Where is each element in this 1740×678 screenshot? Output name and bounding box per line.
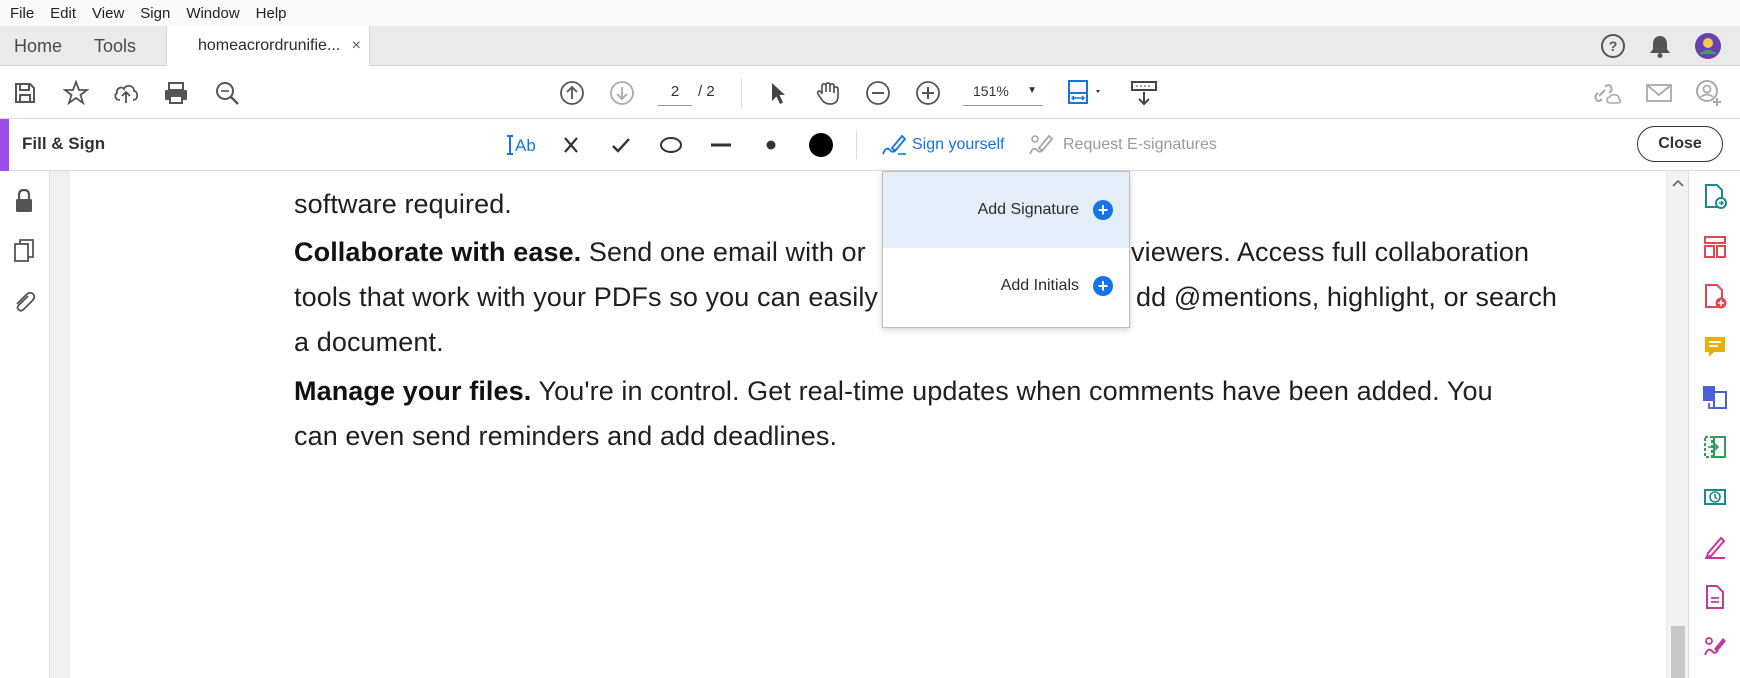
add-text-tool-label: Ab <box>515 136 536 155</box>
fill-sign-divider <box>856 131 857 159</box>
doc-paragraph-collaborate-line2: tools that work with your PDFs so you ca… <box>294 282 879 312</box>
sign-yourself-menu: Add Signature + Add Initials + <box>882 171 1130 328</box>
check-mark-icon[interactable] <box>606 130 636 160</box>
print-icon[interactable] <box>161 78 191 108</box>
menu-bar: File Edit View Sign Window Help <box>0 0 1740 26</box>
page-total: / 2 <box>698 83 715 100</box>
add-signature-plus-icon: + <box>1093 200 1113 220</box>
doc-text-right: dd @mentions, highlight, or search <box>1136 282 1558 312</box>
fill-sign-pen-icon[interactable] <box>1700 532 1730 562</box>
fill-sign-toolbar: Fill & Sign Ab Sign yourself Request E-s… <box>0 119 1740 171</box>
export-pdf-icon[interactable] <box>1700 182 1730 212</box>
save-icon[interactable] <box>10 78 40 108</box>
zoom-out-icon[interactable] <box>863 78 893 108</box>
page-number-input[interactable]: 2 <box>658 80 692 106</box>
fill-sign-accent <box>0 119 9 171</box>
sign-yourself-label: Sign yourself <box>912 136 1005 153</box>
pen-signature-icon <box>880 132 908 158</box>
tab-bar: Home Tools homeacrordrunifie... × <box>0 26 1740 67</box>
chevron-down-icon: ▼ <box>1027 85 1037 96</box>
left-navigation-panel <box>0 171 62 678</box>
doc-heading-manage: Manage your files. <box>294 376 532 406</box>
lock-icon[interactable] <box>9 186 39 216</box>
cloud-upload-icon[interactable] <box>111 78 141 108</box>
pages-icon[interactable] <box>9 236 39 266</box>
doc-paragraph-manage-line2: can even send reminders and add deadline… <box>294 421 838 451</box>
tab-home[interactable]: Home <box>14 26 62 66</box>
mail-icon[interactable] <box>1644 78 1674 108</box>
color-swatch-icon[interactable] <box>806 130 836 160</box>
request-esignatures-label: Request E-signatures <box>1063 136 1217 153</box>
fill-sign-title: Fill & Sign <box>22 134 106 153</box>
attachment-icon[interactable] <box>9 286 39 316</box>
add-initials-item[interactable]: Add Initials + <box>883 248 1129 324</box>
add-signature-label: Add Signature <box>977 201 1079 218</box>
doc-text: Send one email with or <box>581 237 866 267</box>
next-page-icon[interactable] <box>607 78 637 108</box>
menu-view[interactable]: View <box>84 5 132 22</box>
star-icon[interactable] <box>61 78 91 108</box>
share-link-icon[interactable] <box>1593 78 1623 108</box>
bell-icon[interactable] <box>1648 31 1672 61</box>
menu-help[interactable]: Help <box>248 5 295 22</box>
menu-sign[interactable]: Sign <box>132 5 178 22</box>
scrollbar-thumb[interactable] <box>1671 626 1685 678</box>
svg-text:?: ? <box>1609 38 1618 54</box>
tab-tools[interactable]: Tools <box>94 26 136 66</box>
edit-pdf-icon[interactable] <box>1700 582 1730 612</box>
request-signature-icon <box>1027 132 1057 158</box>
zoom-search-icon[interactable] <box>212 78 242 108</box>
request-esignatures-button[interactable]: Request E-signatures <box>1027 131 1217 159</box>
doc-paragraph-collaborate-line1: Collaborate with ease. Send one email wi… <box>294 230 866 275</box>
close-tab-icon[interactable]: × <box>352 26 361 66</box>
add-user-icon[interactable] <box>1694 78 1724 108</box>
zoom-level-value: 151% <box>973 83 1009 99</box>
sign-yourself-button[interactable]: Sign yourself <box>880 131 1005 159</box>
organize-pages-icon[interactable] <box>1700 232 1730 262</box>
create-pdf-icon[interactable] <box>1700 282 1730 312</box>
close-fill-sign-button[interactable]: Close <box>1637 126 1723 162</box>
add-initials-plus-icon: + <box>1093 276 1113 296</box>
dot-icon[interactable] <box>756 130 786 160</box>
doc-text: You're in control. Get real-time updates… <box>531 376 1493 406</box>
avatar[interactable] <box>1694 31 1722 61</box>
doc-paragraph-manage-line1: Manage your files. You're in control. Ge… <box>294 369 1493 414</box>
ellipse-icon[interactable] <box>656 130 686 160</box>
combine-files-icon[interactable] <box>1700 382 1730 412</box>
compare-files-icon[interactable] <box>1700 432 1730 462</box>
toolbar-divider <box>741 78 742 108</box>
cross-mark-icon[interactable] <box>556 130 586 160</box>
doc-heading-collaborate: Collaborate with ease. <box>294 237 582 267</box>
menu-edit[interactable]: Edit <box>42 5 84 22</box>
doc-line-software: software required. <box>294 189 512 219</box>
previous-page-icon[interactable] <box>557 78 587 108</box>
menu-window[interactable]: Window <box>178 5 247 22</box>
add-initials-label: Add Initials <box>1000 277 1079 294</box>
zoom-level-select[interactable]: 151% ▼ <box>963 78 1043 106</box>
doc-paragraph-collaborate-line3: a document. <box>294 327 444 357</box>
scroll-up-icon[interactable] <box>1672 175 1684 193</box>
vertical-scrollbar[interactable] <box>1668 171 1688 678</box>
page-fit-icon[interactable] <box>1064 78 1108 108</box>
help-icon[interactable]: ? <box>1600 31 1626 61</box>
hand-tool-icon[interactable] <box>813 78 843 108</box>
tab-document-label: homeacrordrunifie... <box>198 37 341 54</box>
select-cursor-icon[interactable] <box>763 78 793 108</box>
doc-text-right: viewers. Access full collaboration <box>1131 237 1530 267</box>
add-text-tool[interactable]: Ab <box>506 130 540 160</box>
comment-icon[interactable] <box>1700 332 1730 362</box>
line-icon[interactable] <box>706 130 736 160</box>
zoom-in-icon[interactable] <box>913 78 943 108</box>
tab-document[interactable]: homeacrordrunifie... × <box>166 26 370 67</box>
add-signature-item[interactable]: Add Signature + <box>883 172 1129 248</box>
send-for-review-icon[interactable] <box>1700 482 1730 512</box>
request-signature-tool-icon[interactable] <box>1700 632 1730 662</box>
menu-file[interactable]: File <box>2 5 42 22</box>
scroll-mode-icon[interactable] <box>1128 78 1160 108</box>
